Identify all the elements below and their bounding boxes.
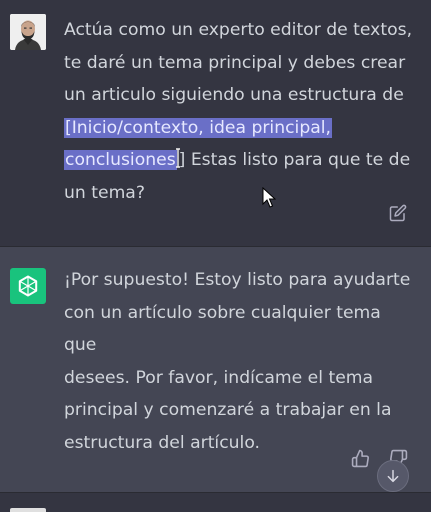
next-message-edge xyxy=(0,492,431,512)
thumbs-up-icon xyxy=(351,449,369,467)
user-line-5-rest: ] Estas listo para que te de xyxy=(178,150,411,170)
edit-message-button[interactable] xyxy=(388,203,408,223)
like-button[interactable] xyxy=(350,448,370,468)
assistant-message: ¡Por supuesto! Estoy listo para ayudarte… xyxy=(0,247,431,492)
arrow-down-icon xyxy=(387,469,399,483)
user-photo-icon xyxy=(10,14,46,50)
assistant-avatar xyxy=(10,268,46,304)
user-line-1: Actúa como un experto editor de textos, xyxy=(64,20,413,40)
user-line-3: un articulo siguiendo una estructura de xyxy=(64,85,404,105)
user-avatar xyxy=(10,14,46,50)
selected-text-1: [Inicio/contexto, idea principal, xyxy=(64,117,333,138)
assistant-line-5: estructura del artículo. xyxy=(64,432,261,453)
chat-thread: Actúa como un experto editor de textos, … xyxy=(0,0,431,512)
user-message-text: Actúa como un experto editor de textos, … xyxy=(64,14,414,209)
assistant-line-4: principal y comenzaré a trabajar en la xyxy=(64,400,392,420)
assistant-message-text: ¡Por supuesto! Estoy listo para ayudarte… xyxy=(64,264,414,459)
user-line-6: un tema? xyxy=(64,182,145,203)
edit-icon xyxy=(389,204,407,222)
user-message: Actúa como un experto editor de textos, … xyxy=(0,0,431,247)
next-user-avatar xyxy=(10,508,46,512)
scroll-to-bottom-button[interactable] xyxy=(377,460,409,492)
mouse-pointer-icon xyxy=(262,187,276,208)
user-line-2: te daré un tema principal y debes crear xyxy=(64,52,406,73)
assistant-line-3: desees. Por favor, indícame el tema xyxy=(64,367,374,388)
assistant-line-1: ¡Por supuesto! Estoy listo para ayudarte xyxy=(64,270,411,290)
selected-text-2: conclusiones xyxy=(64,150,177,170)
openai-logo-icon xyxy=(18,275,38,297)
assistant-line-2: con un artículo sobre cualquier tema que xyxy=(64,302,381,356)
